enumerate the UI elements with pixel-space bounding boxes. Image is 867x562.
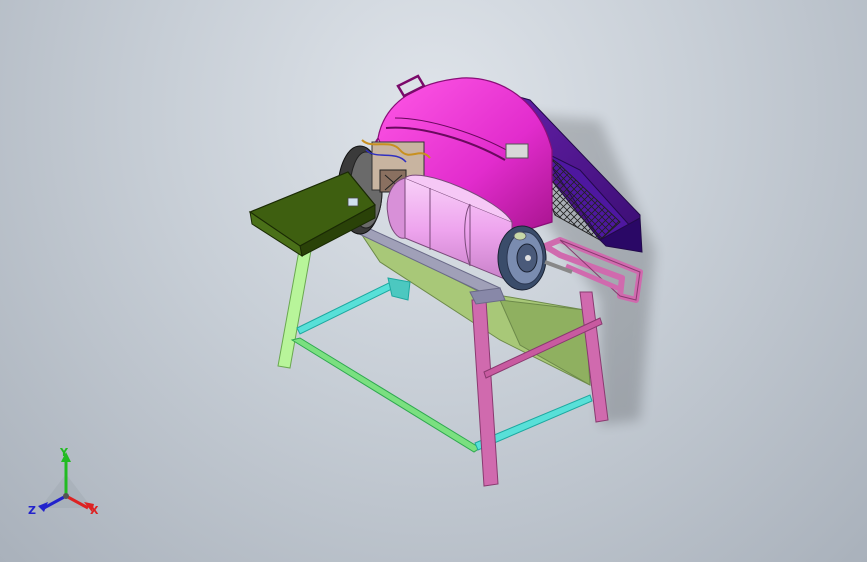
cyan-rail-top (296, 279, 399, 335)
machine-model[interactable] (0, 0, 867, 562)
axis-label-z: Z (28, 504, 36, 517)
coordinate-triad: Y X Z (22, 446, 112, 526)
hood-latch (505, 143, 529, 159)
feed-tray (248, 171, 376, 258)
axis-label-y: Y (60, 446, 68, 459)
lime-rail (290, 337, 481, 453)
pulley-wheel (497, 225, 547, 291)
tray-label-plate (347, 197, 359, 207)
cad-viewport[interactable]: Y X Z (0, 0, 867, 562)
cyan-bracket (387, 277, 411, 301)
axis-label-x: X (90, 504, 99, 517)
